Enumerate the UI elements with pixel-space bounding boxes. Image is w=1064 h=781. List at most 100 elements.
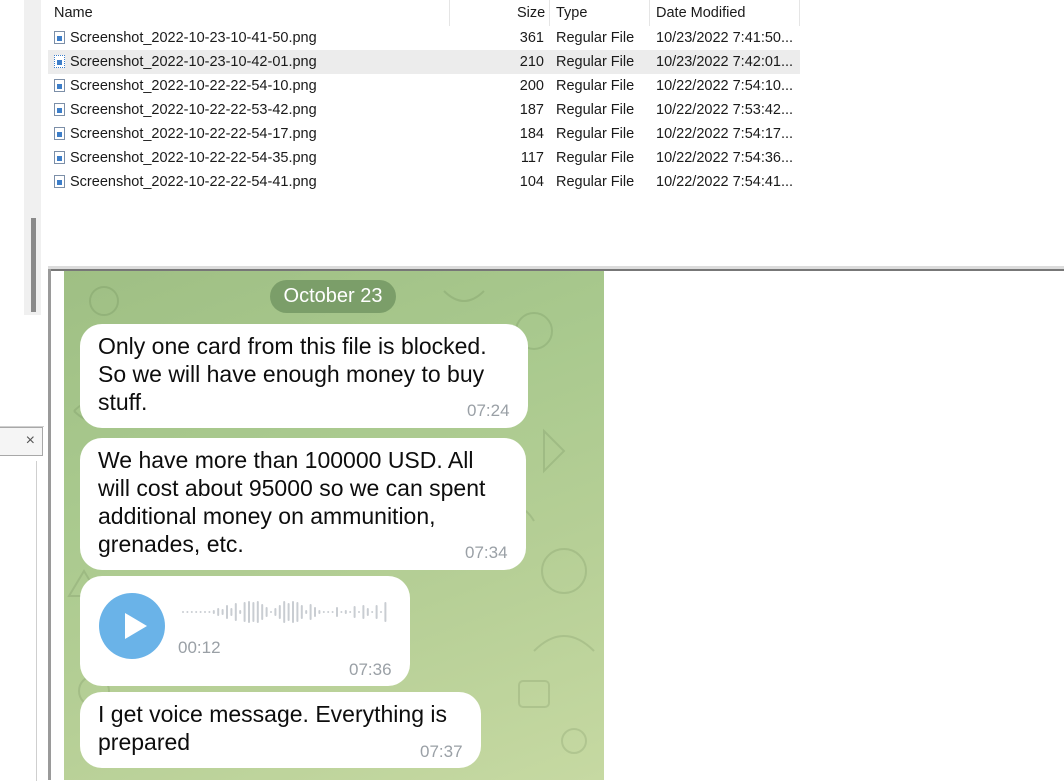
file-row[interactable]: Screenshot_2022-10-23-10-41-50.png 361 Reg… [48,26,800,50]
file-name: Screenshot_2022-10-23-10-42-01.png [70,54,317,70]
file-type: Regular File [556,54,635,70]
file-size: 187 [519,102,544,118]
file-row[interactable]: Screenshot_2022-10-23-10-42-01.png 210 Reg… [48,50,800,74]
column-header-size[interactable]: Size [517,0,545,26]
panel-close-button[interactable]: × [0,427,43,456]
play-button[interactable] [99,593,165,659]
voice-message-bubble: 00:12 07:36 [80,576,410,686]
chat-screenshot-preview: October 23 Only one card from this file … [64,271,604,780]
waveform-bar [226,605,228,619]
waveform-bar [195,611,198,613]
image-file-icon [54,31,65,44]
waveform-bar [212,610,215,614]
image-file-icon [54,103,65,116]
message-bubble: We have more than 100000 USD. All will c… [80,438,526,570]
message-time: 07:34 [465,543,508,562]
file-date-modified: 10/23/2022 7:41:50... [656,30,794,46]
file-row[interactable]: Screenshot_2022-10-22-22-54-10.png 200 Reg… [48,74,800,98]
file-size: 210 [519,54,544,70]
waveform-bar [256,601,259,623]
waveform-bar [270,611,272,613]
waveform-bar [287,603,290,621]
left-strip: × [0,0,48,781]
message-line: will cost about 95000 so we can spent [98,475,486,501]
file-type: Regular File [556,126,635,142]
left-panel: × [0,426,44,781]
image-file-icon [54,151,65,164]
waveform-bar [375,605,378,619]
file-row[interactable]: Screenshot_2022-10-22-22-53-42.png 187 Reg… [48,98,800,122]
date-separator: October 23 [270,280,396,313]
image-file-icon [54,127,65,140]
message-line: So we will have enough money to buy [98,361,485,387]
waveform-bar [296,602,299,622]
file-row[interactable]: Screenshot_2022-10-22-22-54-35.png 117 Reg… [48,146,800,170]
column-header-date-modified[interactable]: Date Modified [656,0,745,26]
file-size: 104 [519,174,544,190]
file-date-modified: 10/22/2022 7:54:10... [656,78,794,94]
waveform-bar [380,611,382,613]
waveform-bar [199,611,202,613]
scrollbar-thumb[interactable] [31,218,36,312]
waveform-bar [278,605,281,619]
message-bubble: Only one card from this file is blocked.… [80,324,528,428]
waveform-bar [327,611,330,613]
waveform-bar [234,603,237,621]
file-type: Regular File [556,150,635,166]
waveform-bar [221,609,224,615]
waveform-bar [217,608,220,616]
waveform-bar [305,610,308,614]
file-name: Screenshot_2022-10-23-10-41-50.png [70,30,317,46]
file-row[interactable]: Screenshot_2022-10-22-22-54-41.png 104 Reg… [48,170,800,194]
image-file-icon [54,55,65,68]
file-type: Regular File [556,78,635,94]
file-name: Screenshot_2022-10-22-22-54-17.png [70,126,317,142]
file-name: Screenshot_2022-10-22-22-54-41.png [70,174,317,190]
waveform-bar [182,611,184,613]
waveform-bar [230,608,233,616]
column-header-type[interactable]: Type [556,0,587,26]
waveform-bar [314,607,316,617]
file-type: Regular File [556,102,635,118]
file-name: Screenshot_2022-10-22-22-53-42.png [70,102,317,118]
waveform-bar [358,611,360,613]
waveform-bar [204,611,206,613]
waveform-bar [252,602,255,622]
file-row[interactable]: Screenshot_2022-10-22-22-54-17.png 184 Reg… [48,122,800,146]
waveform-bar [186,611,189,613]
column-separator[interactable] [549,0,550,26]
file-type: Regular File [556,174,635,190]
message-time: 07:37 [420,742,463,761]
waveform-bar [331,611,334,613]
waveform-bar [344,610,347,614]
waveform-bar [274,608,277,616]
close-icon: × [25,432,35,449]
waveform-bar [261,604,264,620]
image-file-icon [54,79,65,92]
column-separator[interactable] [449,0,450,26]
file-date-modified: 10/22/2022 7:54:17... [656,126,794,142]
message-line: Only one card from this file is blocked. [98,333,487,359]
message-bubble: I get voice message. Everything is prepa… [80,692,481,768]
message-text: Only one card from this file is blocked.… [98,332,487,416]
file-date-modified: 10/23/2022 7:42:01... [656,54,794,70]
column-separator[interactable] [649,0,650,26]
file-list: Name Size Type Date Modified Screenshot_… [48,0,800,266]
message-text: I get voice message. Everything is prepa… [98,700,447,756]
column-header-name[interactable]: Name [54,0,93,26]
file-name: Screenshot_2022-10-22-22-54-10.png [70,78,317,94]
waveform[interactable] [182,598,392,626]
play-icon [125,613,147,639]
waveform-bar [283,601,286,623]
waveform-bar [362,605,365,619]
message-line: grenades, etc. [98,531,244,557]
panel-divider [36,461,37,781]
waveform-bar [384,602,387,622]
column-separator[interactable] [799,0,800,26]
file-size: 361 [519,30,544,46]
file-type: Regular File [556,30,635,46]
preview-border-left [48,269,51,780]
waveform-bar [349,611,352,613]
waveform-bar [322,611,325,613]
waveform-bar [340,611,343,613]
